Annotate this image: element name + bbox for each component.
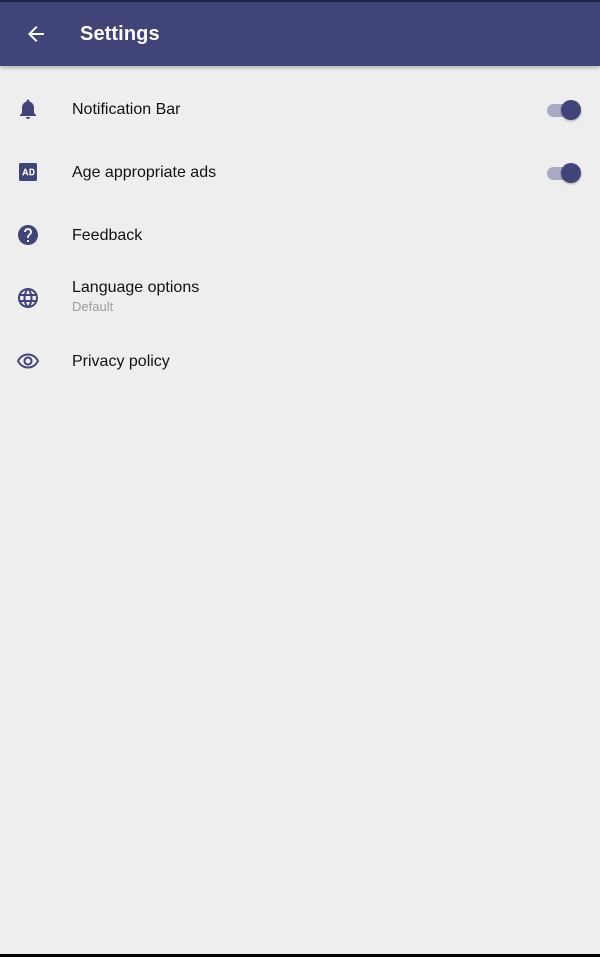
setting-notification-bar[interactable]: Notification Bar xyxy=(0,78,600,141)
app-bar: Settings xyxy=(0,2,600,66)
setting-feedback[interactable]: Feedback xyxy=(0,204,600,267)
notification-bar-label: Notification Bar xyxy=(72,101,181,118)
bell-icon xyxy=(16,97,40,121)
setting-age-appropriate-ads[interactable]: Age appropriate ads xyxy=(0,141,600,204)
back-button[interactable] xyxy=(12,10,60,58)
arrow-back-icon xyxy=(24,22,48,46)
settings-list: Notification Bar Age appropriate ads Fee… xyxy=(0,78,600,393)
language-options-value: Default xyxy=(72,299,114,314)
age-appropriate-ads-label: Age appropriate ads xyxy=(72,164,217,181)
setting-privacy-policy[interactable]: Privacy policy xyxy=(0,330,600,393)
globe-icon xyxy=(16,286,40,310)
toggle-thumb xyxy=(561,163,581,183)
help-circle-icon xyxy=(16,223,40,247)
privacy-policy-label: Privacy policy xyxy=(72,353,170,370)
language-options-label: Language options xyxy=(72,279,200,296)
notification-bar-toggle[interactable] xyxy=(547,99,581,121)
age-appropriate-ads-toggle[interactable] xyxy=(547,162,581,184)
page-title: Settings xyxy=(80,23,160,45)
eye-icon xyxy=(16,349,40,373)
feedback-label: Feedback xyxy=(72,227,143,244)
setting-language-options[interactable]: Language options Default xyxy=(0,267,600,330)
toggle-thumb xyxy=(561,100,581,120)
ad-icon xyxy=(16,160,40,184)
